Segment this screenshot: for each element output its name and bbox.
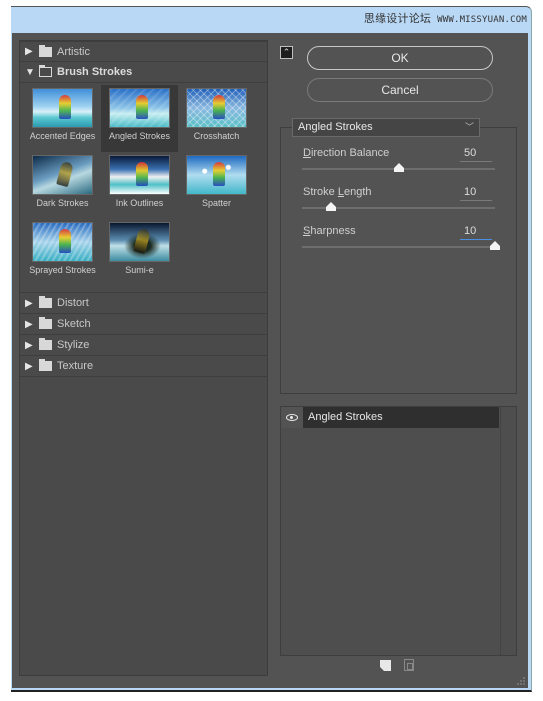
filter-thumb-label: Ink Outlines <box>115 198 164 208</box>
filter-preview-image <box>186 88 247 128</box>
sailboat-graphic <box>56 160 74 188</box>
filter-thumb-label: Crosshatch <box>193 131 240 141</box>
filter-preview-image <box>32 88 93 128</box>
effect-layer-row[interactable]: Angled Strokes <box>281 407 499 428</box>
double-chevron-up-icon[interactable]: ⌃ <box>280 46 293 59</box>
filter-thumb-label: Dark Strokes <box>36 198 89 208</box>
watermark-text: 思缘设计论坛 <box>363 12 432 25</box>
category-label: Texture <box>57 360 94 372</box>
filter-thumb-label: Accented Edges <box>29 131 96 141</box>
param-label: Stroke Length <box>303 186 372 198</box>
filter-thumb-sprayed-strokes[interactable]: Sprayed Strokes <box>24 219 101 286</box>
filter-gallery-dialog: ▶ Artistic ▼ Brush Strokes Accented Edges… <box>12 33 528 688</box>
param-stroke-length: Stroke Length 10 <box>302 186 502 222</box>
triangle-right-icon: ▶ <box>25 360 33 372</box>
sailboat-graphic <box>136 162 148 186</box>
filter-thumbnail-grid: Accented Edges Angled Strokes Crosshatch Da… <box>20 83 267 293</box>
filter-thumb-label: Sumi-e <box>125 265 154 275</box>
watermark-url: WWW.MISSYUAN.COM <box>437 15 527 25</box>
category-label: Distort <box>57 297 89 309</box>
folder-icon <box>39 317 52 329</box>
filter-thumb-label: Sprayed Strokes <box>29 265 96 275</box>
filter-preview-image <box>186 155 247 195</box>
chevron-down-icon: ﹀ <box>464 122 474 132</box>
filter-thumb-accented-edges[interactable]: Accented Edges <box>24 85 101 152</box>
param-label: Direction Balance <box>303 147 390 159</box>
filter-select-dropdown[interactable]: Angled Strokes ﹀ <box>292 118 480 137</box>
sailboat-graphic <box>133 227 151 255</box>
effect-layer-name: Angled Strokes <box>303 407 499 428</box>
watermark: 思缘设计论坛 WWW.MISSYUAN.COM <box>364 10 527 26</box>
trash-icon[interactable] <box>404 659 414 671</box>
effect-layers-panel: Angled Strokes <box>280 406 517 656</box>
folder-icon <box>39 338 52 350</box>
filter-preview-image <box>109 88 170 128</box>
filter-thumb-label: Angled Strokes <box>108 131 171 141</box>
sailboat-graphic <box>136 95 148 119</box>
category-artistic[interactable]: ▶ Artistic <box>20 41 267 62</box>
sailboat-graphic <box>213 95 225 119</box>
filter-select-value: Angled Strokes <box>298 121 373 133</box>
param-value-input[interactable]: 50 <box>460 147 492 162</box>
visibility-toggle[interactable] <box>281 407 303 428</box>
category-distort[interactable]: ▶ Distort <box>20 293 267 314</box>
filter-preview-image <box>109 155 170 195</box>
param-sharpness: Sharpness 10 <box>302 225 502 261</box>
param-value-input[interactable]: 10 <box>460 225 492 240</box>
layers-list: Angled Strokes <box>281 407 501 655</box>
filter-thumb-dark-strokes[interactable]: Dark Strokes <box>24 152 101 219</box>
param-direction-balance: Direction Balance 50 <box>302 147 502 183</box>
filter-thumb-spatter[interactable]: Spatter <box>178 152 255 219</box>
filter-preview-image <box>32 222 93 262</box>
sailboat-graphic <box>59 95 71 119</box>
filter-thumb-sumi-e[interactable]: Sumi-e <box>101 219 178 286</box>
triangle-right-icon: ▶ <box>25 297 33 309</box>
filter-thumb-ink-outlines[interactable]: Ink Outlines <box>101 152 178 219</box>
slider-thumb[interactable] <box>490 241 500 250</box>
slider-thumb[interactable] <box>325 202 336 211</box>
slider-track[interactable] <box>302 246 495 248</box>
category-label: Sketch <box>57 318 91 330</box>
triangle-right-icon: ▶ <box>25 46 33 57</box>
slider-thumb[interactable] <box>393 163 404 172</box>
folder-icon <box>39 359 52 371</box>
param-label: Sharpness <box>303 225 356 237</box>
category-sketch[interactable]: ▶ Sketch <box>20 314 267 335</box>
filter-browser-panel: ▶ Artistic ▼ Brush Strokes Accented Edges… <box>19 40 268 676</box>
category-label: Brush Strokes <box>57 66 133 78</box>
category-label: Stylize <box>57 339 90 351</box>
filter-preview-image <box>109 222 170 262</box>
filter-thumb-label: Spatter <box>201 198 232 208</box>
category-brush-strokes[interactable]: ▼ Brush Strokes <box>20 62 267 83</box>
category-label: Artistic <box>57 45 90 58</box>
folder-open-icon <box>38 64 52 77</box>
eye-icon <box>286 414 298 421</box>
folder-icon <box>39 296 52 308</box>
folder-icon <box>39 44 52 57</box>
param-value-input[interactable]: 10 <box>460 186 492 201</box>
resize-grip-icon[interactable] <box>517 677 525 685</box>
category-stylize[interactable]: ▶ Stylize <box>20 335 267 356</box>
ok-button[interactable]: OK <box>307 46 493 70</box>
triangle-down-icon: ▼ <box>25 66 35 78</box>
category-texture[interactable]: ▶ Texture <box>20 356 267 377</box>
cancel-button[interactable]: Cancel <box>307 78 493 102</box>
sailboat-graphic <box>59 229 71 253</box>
filter-thumb-angled-strokes[interactable]: Angled Strokes <box>101 85 178 152</box>
sailboat-graphic <box>213 162 225 186</box>
triangle-right-icon: ▶ <box>25 339 33 351</box>
new-effect-layer-icon[interactable] <box>380 660 391 671</box>
filter-thumb-crosshatch[interactable]: Crosshatch <box>178 85 255 152</box>
triangle-right-icon: ▶ <box>25 318 33 330</box>
filter-preview-image <box>32 155 93 195</box>
